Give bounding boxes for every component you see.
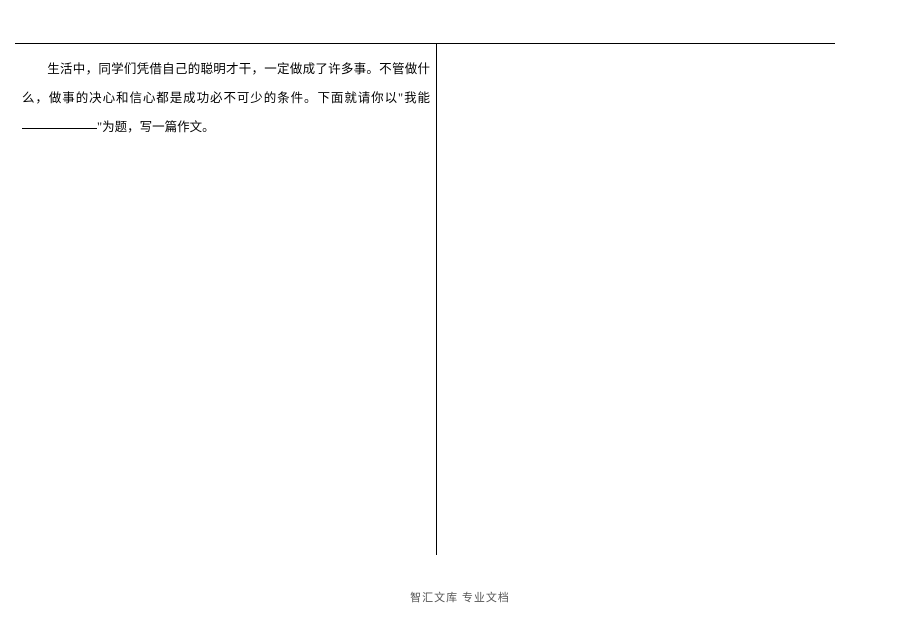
prompt-text-before-blank: 生活中，同学们凭借自己的聪明才干，一定做成了许多事。不管做什么，做事的决心和信心… (22, 62, 430, 105)
footer-text: 智汇文库 专业文档 (410, 592, 510, 604)
prompt-text-after-blank: "为题，写一篇作文。 (97, 120, 215, 134)
document-page: 生活中，同学们凭借自己的聪明才干，一定做成了许多事。不管做什么，做事的决心和信心… (0, 0, 920, 637)
column-divider (436, 43, 437, 555)
essay-prompt-block: 生活中，同学们凭借自己的聪明才干，一定做成了许多事。不管做什么，做事的决心和信心… (22, 55, 430, 141)
top-horizontal-rule (15, 43, 835, 44)
page-footer: 智汇文库 专业文档 (0, 589, 920, 605)
fill-in-blank (22, 116, 97, 129)
